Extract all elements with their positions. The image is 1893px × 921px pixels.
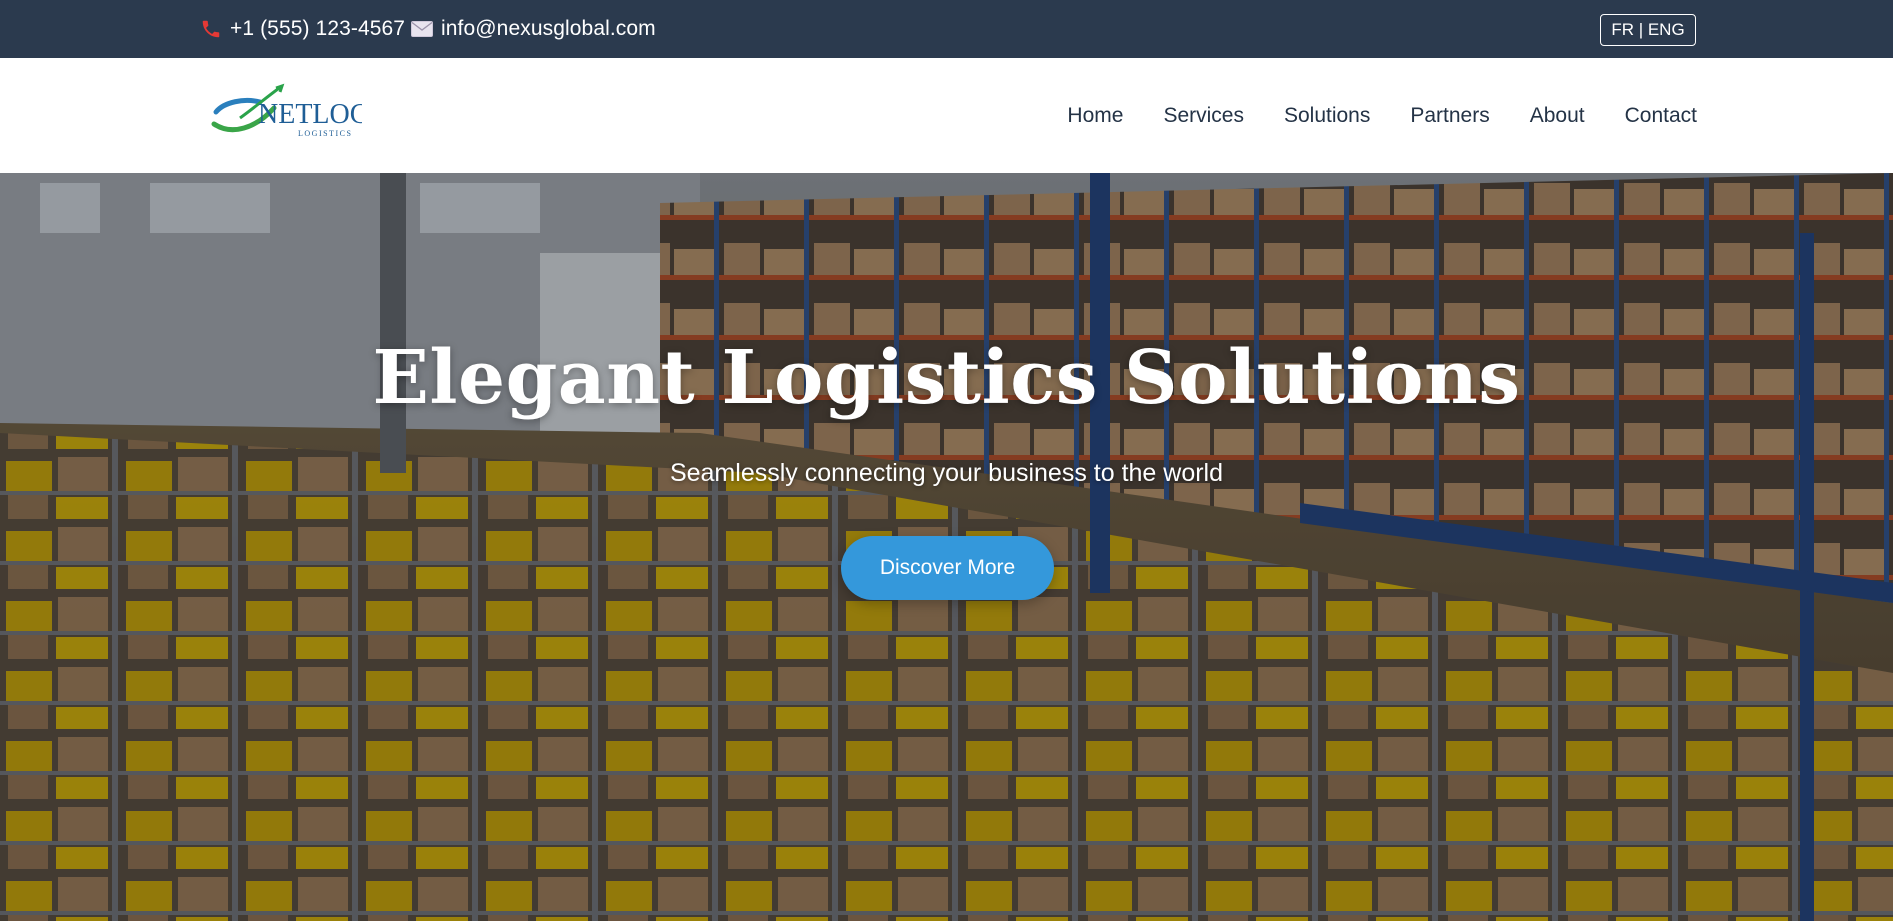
logo-tagline: LOGISTICS [298, 129, 352, 138]
hero-title: Elegant Logistics Solutions [372, 335, 1521, 421]
nav-solutions[interactable]: Solutions [1284, 104, 1370, 128]
discover-more-button[interactable]: Discover More [841, 536, 1054, 600]
top-contact-bar: +1 (555) 123-4567 info@nexusglobal.com F… [0, 0, 1893, 58]
primary-nav: Home Services Solutions Partners About C… [1067, 58, 1697, 173]
netlog-logo[interactable]: NETLOG LOGISTICS [210, 78, 362, 144]
nav-about[interactable]: About [1530, 104, 1585, 128]
nav-contact[interactable]: Contact [1625, 104, 1697, 128]
nav-services[interactable]: Services [1163, 104, 1244, 128]
nav-home[interactable]: Home [1067, 104, 1123, 128]
phone-icon [202, 20, 220, 38]
nav-partners[interactable]: Partners [1410, 104, 1489, 128]
email-contact[interactable]: info@nexusglobal.com [411, 0, 656, 58]
language-toggle-button[interactable]: FR | ENG [1600, 14, 1696, 46]
main-navbar: NETLOG LOGISTICS Home Services Solutions… [0, 58, 1893, 173]
mail-icon [411, 21, 433, 37]
logo-name: NETLOG [258, 99, 362, 130]
phone-number: +1 (555) 123-4567 [230, 17, 406, 40]
hero-section: Elegant Logistics Solutions Seamlessly c… [0, 173, 1893, 921]
email-address: info@nexusglobal.com [441, 17, 656, 40]
hero-subtitle: Seamlessly connecting your business to t… [669, 459, 1224, 487]
phone-contact[interactable]: +1 (555) 123-4567 [200, 0, 405, 58]
